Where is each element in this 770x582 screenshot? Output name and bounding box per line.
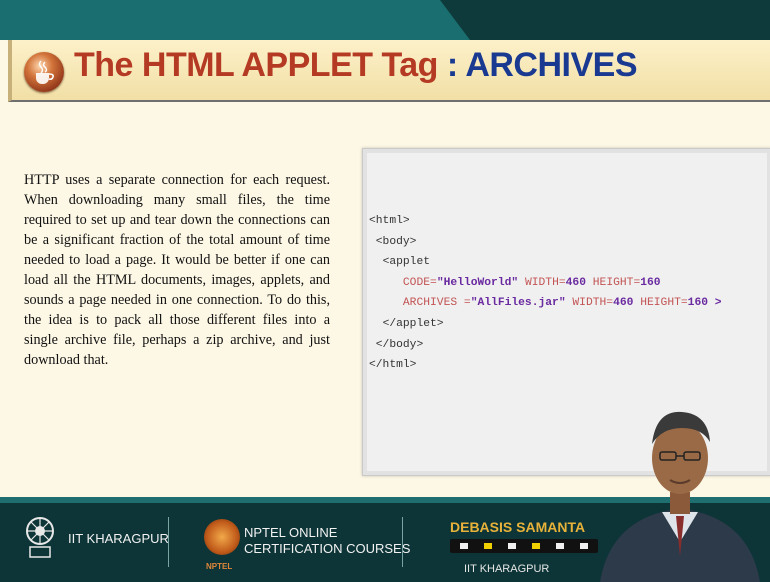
presenter-video-figure — [600, 411, 760, 582]
footer-divider — [402, 517, 403, 567]
title-separator: : — [437, 46, 466, 84]
film-strip-decoration — [450, 539, 598, 553]
code-value: "HelloWorld" — [436, 276, 519, 289]
code-tag-close: > — [708, 297, 722, 310]
code-value: 160 — [687, 297, 709, 310]
code-value: "AllFiles.jar" — [470, 297, 566, 310]
nptel-line-2: CERTIFICATION COURSES — [244, 541, 411, 556]
code-attr: WIDTH= — [565, 297, 614, 310]
iit-label: IIT KHARAGPUR — [68, 531, 169, 546]
code-value: 460 — [565, 276, 586, 289]
footer-divider — [168, 517, 169, 567]
code-attr: HEIGHT= — [585, 276, 641, 289]
code-block: <html> <body> <applet CODE="HelloWorld" … — [369, 211, 722, 376]
title-topic: ARCHIVES — [465, 46, 638, 84]
code-line-1: <html> — [369, 215, 410, 227]
code-attr: ARCHIVES = — [402, 297, 471, 310]
nptel-line-1: NPTEL ONLINE — [244, 525, 338, 540]
title-main: The HTML APPLET Tag — [74, 46, 438, 84]
presenter-org: IIT KHARAGPUR — [464, 563, 550, 575]
code-value: 460 — [613, 297, 634, 310]
java-cup-icon — [24, 52, 64, 92]
nptel-small-label: NPTEL — [206, 562, 233, 571]
body-paragraph: HTTP uses a separate connection for each… — [24, 172, 330, 368]
code-line-8: </html> — [369, 359, 417, 372]
presenter-name: DEBASIS SAMANTA — [450, 519, 586, 535]
code-attr: HEIGHT= — [633, 297, 688, 310]
title-bar: The HTML APPLET Tag : ARCHIVES — [8, 40, 770, 102]
code-value: 160 — [640, 276, 661, 289]
iit-kharagpur-emblem — [26, 517, 54, 558]
nptel-emblem — [204, 519, 240, 555]
code-line-6: </applet> — [382, 317, 444, 330]
page-title: The HTML APPLET Tag : ARCHIVES — [74, 46, 638, 85]
code-line-7: </body> — [375, 338, 424, 351]
code-line-3: <applet — [382, 256, 431, 269]
code-line-2: <body> — [375, 235, 417, 248]
code-attr: WIDTH= — [518, 276, 566, 289]
top-band-accent — [0, 0, 470, 40]
code-attr: CODE= — [402, 276, 437, 289]
